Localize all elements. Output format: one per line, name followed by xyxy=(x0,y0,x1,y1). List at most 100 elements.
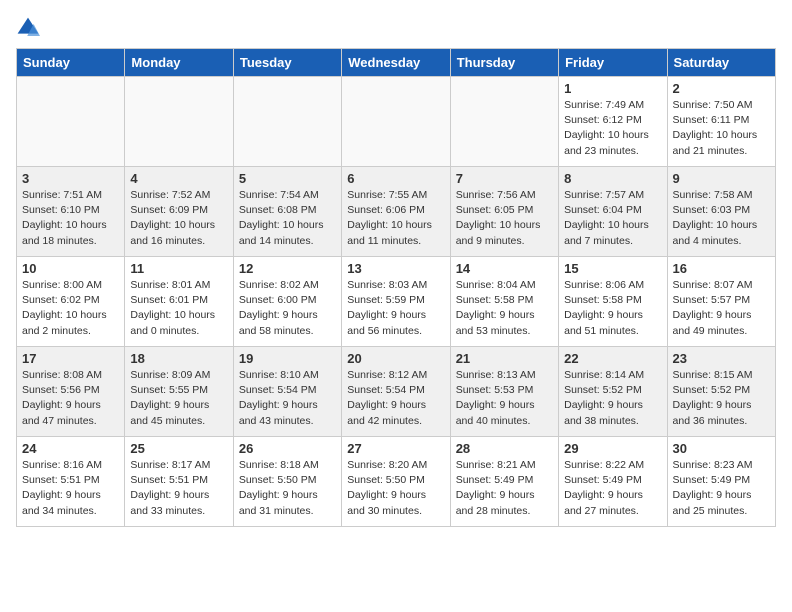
day-cell: 20 Sunrise: 8:12 AM Sunset: 5:54 PM Dayli… xyxy=(342,347,450,437)
day-number: 2 xyxy=(673,81,770,96)
day-info: Sunrise: 7:52 AM Sunset: 6:09 PM Dayligh… xyxy=(130,188,227,249)
day-info: Sunrise: 8:04 AM Sunset: 5:58 PM Dayligh… xyxy=(456,278,553,339)
day-cell: 16 Sunrise: 8:07 AM Sunset: 5:57 PM Dayli… xyxy=(667,257,775,347)
week-row-1: 1 Sunrise: 7:49 AM Sunset: 6:12 PM Daylig… xyxy=(17,77,776,167)
day-number: 29 xyxy=(564,441,661,456)
day-info: Sunrise: 8:14 AM Sunset: 5:52 PM Dayligh… xyxy=(564,368,661,429)
day-number: 18 xyxy=(130,351,227,366)
day-info: Sunrise: 8:20 AM Sunset: 5:50 PM Dayligh… xyxy=(347,458,444,519)
day-info: Sunrise: 8:09 AM Sunset: 5:55 PM Dayligh… xyxy=(130,368,227,429)
week-row-3: 10 Sunrise: 8:00 AM Sunset: 6:02 PM Dayli… xyxy=(17,257,776,347)
day-number: 5 xyxy=(239,171,336,186)
day-cell: 7 Sunrise: 7:56 AM Sunset: 6:05 PM Daylig… xyxy=(450,167,558,257)
day-info: Sunrise: 8:23 AM Sunset: 5:49 PM Dayligh… xyxy=(673,458,770,519)
day-number: 10 xyxy=(22,261,119,276)
day-cell xyxy=(233,77,341,167)
day-info: Sunrise: 8:08 AM Sunset: 5:56 PM Dayligh… xyxy=(22,368,119,429)
day-cell: 3 Sunrise: 7:51 AM Sunset: 6:10 PM Daylig… xyxy=(17,167,125,257)
weekday-thursday: Thursday xyxy=(450,49,558,77)
day-info: Sunrise: 7:49 AM Sunset: 6:12 PM Dayligh… xyxy=(564,98,661,159)
day-cell: 1 Sunrise: 7:49 AM Sunset: 6:12 PM Daylig… xyxy=(559,77,667,167)
day-cell xyxy=(17,77,125,167)
day-number: 25 xyxy=(130,441,227,456)
day-cell: 17 Sunrise: 8:08 AM Sunset: 5:56 PM Dayli… xyxy=(17,347,125,437)
day-info: Sunrise: 8:12 AM Sunset: 5:54 PM Dayligh… xyxy=(347,368,444,429)
day-cell: 24 Sunrise: 8:16 AM Sunset: 5:51 PM Dayli… xyxy=(17,437,125,527)
day-number: 14 xyxy=(456,261,553,276)
day-info: Sunrise: 8:00 AM Sunset: 6:02 PM Dayligh… xyxy=(22,278,119,339)
day-info: Sunrise: 7:56 AM Sunset: 6:05 PM Dayligh… xyxy=(456,188,553,249)
day-info: Sunrise: 8:10 AM Sunset: 5:54 PM Dayligh… xyxy=(239,368,336,429)
day-number: 12 xyxy=(239,261,336,276)
day-number: 11 xyxy=(130,261,227,276)
day-info: Sunrise: 7:50 AM Sunset: 6:11 PM Dayligh… xyxy=(673,98,770,159)
day-cell: 28 Sunrise: 8:21 AM Sunset: 5:49 PM Dayli… xyxy=(450,437,558,527)
day-info: Sunrise: 8:18 AM Sunset: 5:50 PM Dayligh… xyxy=(239,458,336,519)
day-cell: 6 Sunrise: 7:55 AM Sunset: 6:06 PM Daylig… xyxy=(342,167,450,257)
day-cell: 13Sunrise: 8:03 AM Sunset: 5:59 PM Dayli… xyxy=(342,257,450,347)
day-number: 6 xyxy=(347,171,444,186)
day-cell: 19 Sunrise: 8:10 AM Sunset: 5:54 PM Dayli… xyxy=(233,347,341,437)
day-number: 19 xyxy=(239,351,336,366)
day-cell: 5Sunrise: 7:54 AM Sunset: 6:08 PM Daylig… xyxy=(233,167,341,257)
day-info: Sunrise: 8:01 AM Sunset: 6:01 PM Dayligh… xyxy=(130,278,227,339)
logo xyxy=(16,16,44,40)
day-number: 7 xyxy=(456,171,553,186)
page-header xyxy=(16,16,776,40)
day-cell: 18 Sunrise: 8:09 AM Sunset: 5:55 PM Dayli… xyxy=(125,347,233,437)
day-number: 8 xyxy=(564,171,661,186)
day-info: Sunrise: 7:51 AM Sunset: 6:10 PM Dayligh… xyxy=(22,188,119,249)
day-info: Sunrise: 7:58 AM Sunset: 6:03 PM Dayligh… xyxy=(673,188,770,249)
day-cell: 25Sunrise: 8:17 AM Sunset: 5:51 PM Dayli… xyxy=(125,437,233,527)
week-row-2: 3 Sunrise: 7:51 AM Sunset: 6:10 PM Daylig… xyxy=(17,167,776,257)
day-number: 15 xyxy=(564,261,661,276)
weekday-sunday: Sunday xyxy=(17,49,125,77)
day-number: 17 xyxy=(22,351,119,366)
day-number: 13 xyxy=(347,261,444,276)
day-cell: 15 Sunrise: 8:06 AM Sunset: 5:58 PM Dayli… xyxy=(559,257,667,347)
day-number: 4 xyxy=(130,171,227,186)
day-info: Sunrise: 7:57 AM Sunset: 6:04 PM Dayligh… xyxy=(564,188,661,249)
day-number: 3 xyxy=(22,171,119,186)
day-cell: 30 Sunrise: 8:23 AM Sunset: 5:49 PM Dayli… xyxy=(667,437,775,527)
day-cell: 8 Sunrise: 7:57 AM Sunset: 6:04 PM Daylig… xyxy=(559,167,667,257)
day-number: 1 xyxy=(564,81,661,96)
day-number: 30 xyxy=(673,441,770,456)
weekday-friday: Friday xyxy=(559,49,667,77)
day-cell: 11 Sunrise: 8:01 AM Sunset: 6:01 PM Dayli… xyxy=(125,257,233,347)
weekday-tuesday: Tuesday xyxy=(233,49,341,77)
day-number: 9 xyxy=(673,171,770,186)
day-info: Sunrise: 8:21 AM Sunset: 5:49 PM Dayligh… xyxy=(456,458,553,519)
day-info: Sunrise: 8:15 AM Sunset: 5:52 PM Dayligh… xyxy=(673,368,770,429)
day-info: Sunrise: 8:22 AM Sunset: 5:49 PM Dayligh… xyxy=(564,458,661,519)
weekday-monday: Monday xyxy=(125,49,233,77)
day-cell: 27 Sunrise: 8:20 AM Sunset: 5:50 PM Dayli… xyxy=(342,437,450,527)
day-number: 24 xyxy=(22,441,119,456)
week-row-4: 17 Sunrise: 8:08 AM Sunset: 5:56 PM Dayli… xyxy=(17,347,776,437)
day-number: 20 xyxy=(347,351,444,366)
weekday-header-row: SundayMondayTuesdayWednesdayThursdayFrid… xyxy=(17,49,776,77)
day-cell: 2 Sunrise: 7:50 AM Sunset: 6:11 PM Daylig… xyxy=(667,77,775,167)
day-cell: 4 Sunrise: 7:52 AM Sunset: 6:09 PM Daylig… xyxy=(125,167,233,257)
day-cell xyxy=(450,77,558,167)
day-info: Sunrise: 8:02 AM Sunset: 6:00 PM Dayligh… xyxy=(239,278,336,339)
day-cell: 29 Sunrise: 8:22 AM Sunset: 5:49 PM Dayli… xyxy=(559,437,667,527)
day-cell: 22 Sunrise: 8:14 AM Sunset: 5:52 PM Dayli… xyxy=(559,347,667,437)
day-cell: 21Sunrise: 8:13 AM Sunset: 5:53 PM Dayli… xyxy=(450,347,558,437)
day-cell: 14 Sunrise: 8:04 AM Sunset: 5:58 PM Dayli… xyxy=(450,257,558,347)
day-cell xyxy=(125,77,233,167)
day-cell: 12 Sunrise: 8:02 AM Sunset: 6:00 PM Dayli… xyxy=(233,257,341,347)
day-number: 16 xyxy=(673,261,770,276)
day-info: Sunrise: 8:07 AM Sunset: 5:57 PM Dayligh… xyxy=(673,278,770,339)
day-cell xyxy=(342,77,450,167)
day-info: Sunrise: 7:55 AM Sunset: 6:06 PM Dayligh… xyxy=(347,188,444,249)
day-number: 22 xyxy=(564,351,661,366)
day-cell: 9 Sunrise: 7:58 AM Sunset: 6:03 PM Daylig… xyxy=(667,167,775,257)
week-row-5: 24 Sunrise: 8:16 AM Sunset: 5:51 PM Dayli… xyxy=(17,437,776,527)
calendar-table: SundayMondayTuesdayWednesdayThursdayFrid… xyxy=(16,48,776,527)
day-info: Sunrise: 8:16 AM Sunset: 5:51 PM Dayligh… xyxy=(22,458,119,519)
day-number: 28 xyxy=(456,441,553,456)
day-number: 27 xyxy=(347,441,444,456)
day-info: Sunrise: 8:06 AM Sunset: 5:58 PM Dayligh… xyxy=(564,278,661,339)
day-info: Sunrise: 8:13 AM Sunset: 5:53 PM Dayligh… xyxy=(456,368,553,429)
